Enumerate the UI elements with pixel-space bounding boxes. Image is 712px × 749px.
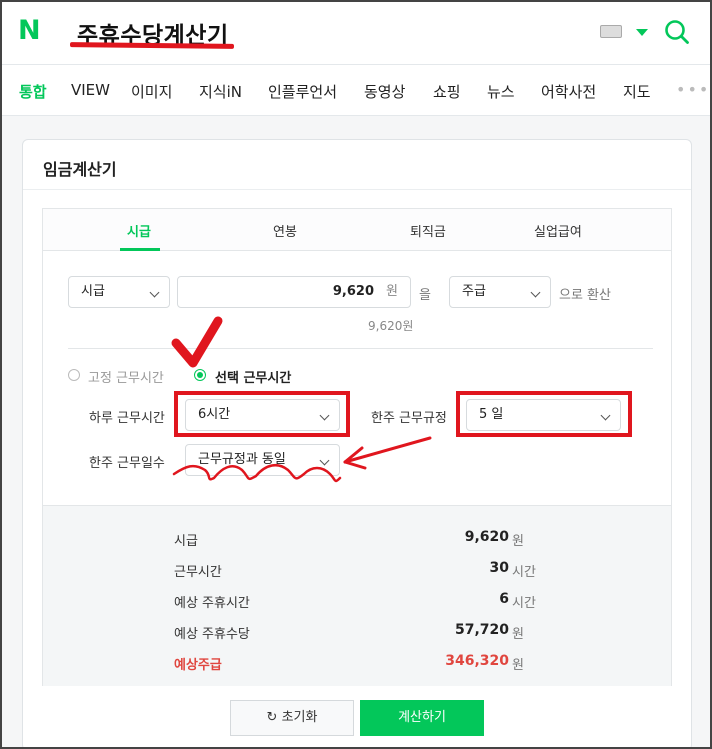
selected-hours-label[interactable]: 선택 근무시간 [215, 367, 291, 386]
tab-integrated[interactable]: 통합 [19, 81, 47, 102]
annotation-box-weekly-rule [456, 391, 632, 437]
weekly-days-select[interactable]: 근무규정과 동일 [185, 444, 340, 476]
tab-view[interactable]: VIEW [71, 81, 110, 99]
calculator-panel: 시급 연봉 퇴직금 실업급여 시급 9,620 원 을 주급 으로 환산 9,6… [42, 208, 672, 686]
to-unit-value: 주급 [462, 284, 486, 299]
annotation-box-daily-hours [174, 391, 350, 437]
tab-hourly-wage[interactable]: 시급 [127, 221, 151, 240]
convert-suffix-text: 으로 환산 [559, 288, 611, 303]
dropdown-arrow-icon[interactable] [636, 29, 648, 36]
amount-input[interactable]: 9,620 원 [177, 276, 411, 308]
result-unit: 원 [512, 658, 524, 673]
tab-influencer[interactable]: 인플루언서 [268, 81, 337, 102]
amount-hint: 9,620원 [368, 319, 414, 333]
tab-map[interactable]: 지도 [623, 81, 651, 102]
amount-value: 9,620 [332, 284, 374, 299]
daily-hours-label: 하루 근무시간 [89, 411, 165, 426]
result-value: 57,720 [454, 622, 509, 638]
weekly-days-label: 한주 근무일수 [89, 456, 165, 471]
particle-text: 을 [419, 288, 431, 303]
result-unit: 원 [512, 627, 524, 642]
amount-unit: 원 [386, 284, 398, 299]
weekly-rule-label: 한주 근무규정 [371, 411, 447, 426]
top-bar: N 주휴수당계산기 [0, 0, 712, 64]
fixed-hours-radio[interactable] [68, 369, 80, 381]
active-tab-indicator [120, 248, 160, 251]
wage-calculator-card: 임금계산기 시급 연봉 퇴직금 실업급여 시급 9,620 원 을 주급 으로 … [22, 139, 692, 749]
result-label: 예상 주휴시간 [174, 596, 250, 611]
result-value-weekly-pay: 346,320 [445, 653, 509, 669]
result-label-weekly-pay: 예상주급 [174, 658, 222, 673]
result-panel: 시급 9,620 원 근무시간 30 시간 예상 주휴시간 6 시간 예상 주휴… [43, 505, 671, 686]
selected-hours-radio[interactable] [194, 369, 206, 381]
result-value: 6 [499, 591, 509, 607]
tab-unemployment-benefit[interactable]: 실업급여 [534, 221, 582, 240]
refresh-icon: ↻ [266, 710, 278, 725]
tab-shopping[interactable]: 쇼핑 [433, 81, 461, 102]
chevron-down-icon [149, 287, 160, 298]
tab-severance-pay[interactable]: 퇴직금 [410, 221, 446, 240]
divider [23, 189, 691, 190]
tab-video[interactable]: 동영상 [364, 81, 405, 102]
result-label: 근무시간 [174, 565, 222, 580]
chevron-down-icon [530, 287, 541, 298]
result-value: 9,620 [464, 529, 509, 545]
tab-dictionary[interactable]: 어학사전 [541, 81, 596, 102]
search-tabs: 통합 VIEW 이미지 지식iN 인플루언서 동영상 쇼핑 뉴스 어학사전 지도… [0, 64, 712, 116]
result-value: 30 [489, 560, 509, 576]
tab-news[interactable]: 뉴스 [487, 81, 515, 102]
calculate-button[interactable]: 계산하기 [360, 700, 484, 736]
keyboard-icon[interactable] [600, 25, 622, 38]
chevron-down-icon [319, 455, 330, 466]
divider [68, 348, 653, 349]
fixed-hours-label[interactable]: 고정 근무시간 [88, 367, 164, 386]
from-unit-value: 시급 [81, 284, 105, 299]
tab-annual-salary[interactable]: 연봉 [273, 221, 297, 240]
calculator-tabs: 시급 연봉 퇴직금 실업급여 [43, 209, 671, 251]
more-tabs-icon[interactable]: ••• [676, 80, 710, 99]
result-unit: 시간 [512, 596, 536, 611]
reset-button[interactable]: ↻ 초기화 [230, 700, 354, 736]
tab-images[interactable]: 이미지 [131, 81, 172, 102]
weekly-days-value: 근무규정과 동일 [198, 452, 286, 467]
result-unit: 원 [512, 534, 524, 549]
result-unit: 시간 [512, 565, 536, 580]
reset-button-label: 초기화 [281, 710, 318, 725]
result-label: 예상 주휴수당 [174, 627, 250, 642]
card-title: 임금계산기 [43, 160, 117, 179]
tab-knowledge-in[interactable]: 지식iN [199, 81, 242, 102]
to-unit-select[interactable]: 주급 [449, 276, 551, 308]
search-icon[interactable] [664, 19, 690, 45]
naver-logo[interactable]: N [18, 17, 44, 45]
from-unit-select[interactable]: 시급 [68, 276, 170, 308]
result-label: 시급 [174, 534, 198, 549]
